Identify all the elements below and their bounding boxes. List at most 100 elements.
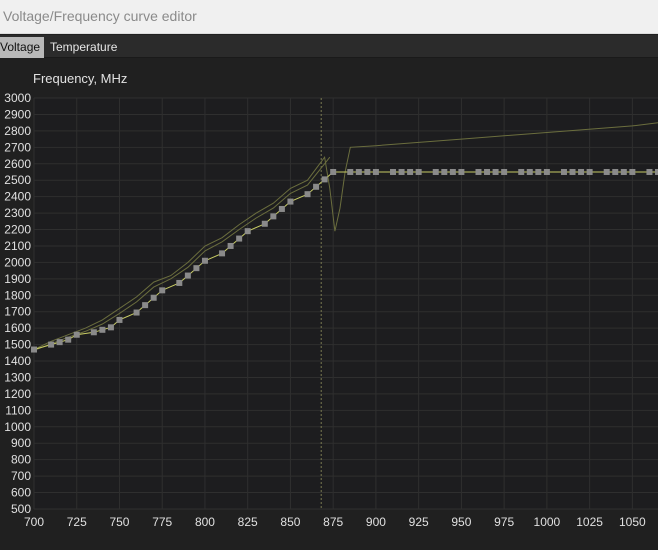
curve-point-handle[interactable] bbox=[415, 168, 422, 175]
curve-point-handle[interactable] bbox=[449, 168, 456, 175]
y-tick-label: 1300 bbox=[4, 370, 31, 384]
curve-point-handle[interactable] bbox=[458, 168, 465, 175]
y-tick-label: 1400 bbox=[4, 354, 31, 368]
x-tick-label: 950 bbox=[451, 515, 471, 529]
curve-point-handle[interactable] bbox=[603, 168, 610, 175]
x-tick-label: 1025 bbox=[576, 515, 603, 529]
curve-point-handle[interactable] bbox=[31, 346, 37, 353]
curve-point-handle[interactable] bbox=[193, 265, 200, 272]
curve-point-handle[interactable] bbox=[407, 168, 414, 175]
y-tick-label: 1600 bbox=[4, 321, 31, 335]
curve-point-handle[interactable] bbox=[475, 168, 482, 175]
x-tick-label: 725 bbox=[67, 515, 87, 529]
y-tick-label: 2600 bbox=[4, 157, 31, 171]
curve-point-handle[interactable] bbox=[270, 213, 277, 220]
curve-point-handle[interactable] bbox=[48, 341, 55, 348]
y-tick-label: 1700 bbox=[4, 305, 31, 319]
curve-point-handle[interactable] bbox=[159, 287, 166, 294]
vf-chart-svg[interactable]: 500 600 700 800 900 1000 1100 1200 1300 1400 1500 1… bbox=[0, 58, 658, 550]
curve-point-handle[interactable] bbox=[501, 168, 508, 175]
curve-point-handle[interactable] bbox=[73, 331, 80, 338]
y-tick-label: 1200 bbox=[4, 387, 31, 401]
y-axis-title: Frequency, MHz bbox=[33, 71, 128, 86]
x-tick-label: 875 bbox=[323, 515, 343, 529]
curve-point-handle[interactable] bbox=[133, 309, 140, 316]
curve-point-handle[interactable] bbox=[441, 168, 448, 175]
curve-point-handle[interactable] bbox=[65, 336, 72, 343]
curve-point-handle[interactable] bbox=[304, 191, 311, 198]
y-tick-label: 1000 bbox=[4, 420, 31, 434]
curve-point-handle[interactable] bbox=[629, 168, 636, 175]
curve-point-handle[interactable] bbox=[236, 235, 243, 242]
tab-voltage[interactable]: Voltage bbox=[0, 37, 45, 58]
curve-point-handle[interactable] bbox=[372, 168, 379, 175]
curve-point-handle[interactable] bbox=[432, 168, 439, 175]
curve-point-handle[interactable] bbox=[56, 339, 63, 346]
curve-point-handle[interactable] bbox=[321, 176, 328, 183]
curve-point-handle[interactable] bbox=[184, 272, 191, 279]
curve-point-handle[interactable] bbox=[219, 250, 226, 257]
curve-point-handle[interactable] bbox=[390, 168, 397, 175]
curve-point-handle[interactable] bbox=[569, 168, 576, 175]
y-tick-label: 1500 bbox=[4, 338, 31, 352]
curve-point-handle[interactable] bbox=[518, 168, 525, 175]
window-title: Voltage/Frequency curve editor bbox=[3, 8, 197, 24]
curve-point-handle[interactable] bbox=[347, 168, 354, 175]
curve-point-handle[interactable] bbox=[586, 168, 593, 175]
curve-point-handle[interactable] bbox=[578, 168, 585, 175]
curve-point-handle[interactable] bbox=[287, 198, 294, 205]
curve-point-handle[interactable] bbox=[261, 220, 268, 227]
y-tick-label: 2900 bbox=[4, 107, 31, 121]
y-tick-label: 700 bbox=[11, 469, 31, 483]
x-tick-label: 1000 bbox=[534, 515, 561, 529]
curve-point-handle[interactable] bbox=[176, 279, 183, 286]
curve-point-handle[interactable] bbox=[620, 168, 627, 175]
x-tick-label: 825 bbox=[238, 515, 258, 529]
tab-bar: Voltage Temperature bbox=[0, 35, 658, 58]
curve-point-handle[interactable] bbox=[142, 302, 149, 309]
x-tick-label: 900 bbox=[366, 515, 386, 529]
curve-point-handle[interactable] bbox=[201, 257, 208, 264]
curve-point-handle[interactable] bbox=[116, 316, 123, 323]
tab-temperature[interactable]: Temperature bbox=[46, 37, 121, 58]
y-tick-label: 2200 bbox=[4, 223, 31, 237]
y-tick-label: 2300 bbox=[4, 206, 31, 220]
curve-point-handle[interactable] bbox=[90, 329, 97, 336]
y-tick-label: 1800 bbox=[4, 288, 31, 302]
x-tick-label: 850 bbox=[280, 515, 300, 529]
curve-point-handle[interactable] bbox=[244, 228, 251, 235]
curve-point-handle[interactable] bbox=[398, 168, 405, 175]
curve-point-handle[interactable] bbox=[99, 326, 106, 333]
y-tick-label: 900 bbox=[11, 436, 31, 450]
curve-point-handle[interactable] bbox=[484, 168, 491, 175]
vf-curve-chart[interactable]: 500 600 700 800 900 1000 1100 1200 1300 1400 1500 1… bbox=[0, 58, 658, 550]
x-tick-label: 975 bbox=[494, 515, 514, 529]
curve-point-handle[interactable] bbox=[330, 168, 337, 175]
curve-point-handle[interactable] bbox=[612, 168, 619, 175]
x-tick-label: 800 bbox=[195, 515, 215, 529]
curve-point-handle[interactable] bbox=[227, 242, 234, 249]
curve-point-handle[interactable] bbox=[107, 324, 114, 331]
y-tick-label: 800 bbox=[11, 453, 31, 467]
curve-point-handle[interactable] bbox=[313, 183, 320, 190]
curve-point-handle[interactable] bbox=[535, 168, 542, 175]
x-tick-label: 700 bbox=[24, 515, 44, 529]
curve-point-handle[interactable] bbox=[150, 294, 157, 301]
y-tick-label: 2700 bbox=[4, 140, 31, 154]
title-bar: Voltage/Frequency curve editor bbox=[0, 0, 658, 34]
y-tick-label: 2800 bbox=[4, 124, 31, 138]
curve-point-handle[interactable] bbox=[364, 168, 371, 175]
curve-point-handle[interactable] bbox=[560, 168, 567, 175]
y-tick-label: 2400 bbox=[4, 190, 31, 204]
y-tick-label: 2100 bbox=[4, 239, 31, 253]
curve-point-handle[interactable] bbox=[355, 168, 362, 175]
curve-point-handle[interactable] bbox=[526, 168, 533, 175]
y-tick-label: 500 bbox=[11, 502, 31, 516]
curve-point-handle[interactable] bbox=[543, 168, 550, 175]
curve-point-handle[interactable] bbox=[492, 168, 499, 175]
y-tick-label: 2500 bbox=[4, 173, 31, 187]
y-tick-label: 3000 bbox=[4, 91, 31, 105]
curve-point-handle[interactable] bbox=[646, 168, 653, 175]
y-tick-label: 1100 bbox=[5, 403, 31, 417]
curve-point-handle[interactable] bbox=[278, 205, 285, 212]
